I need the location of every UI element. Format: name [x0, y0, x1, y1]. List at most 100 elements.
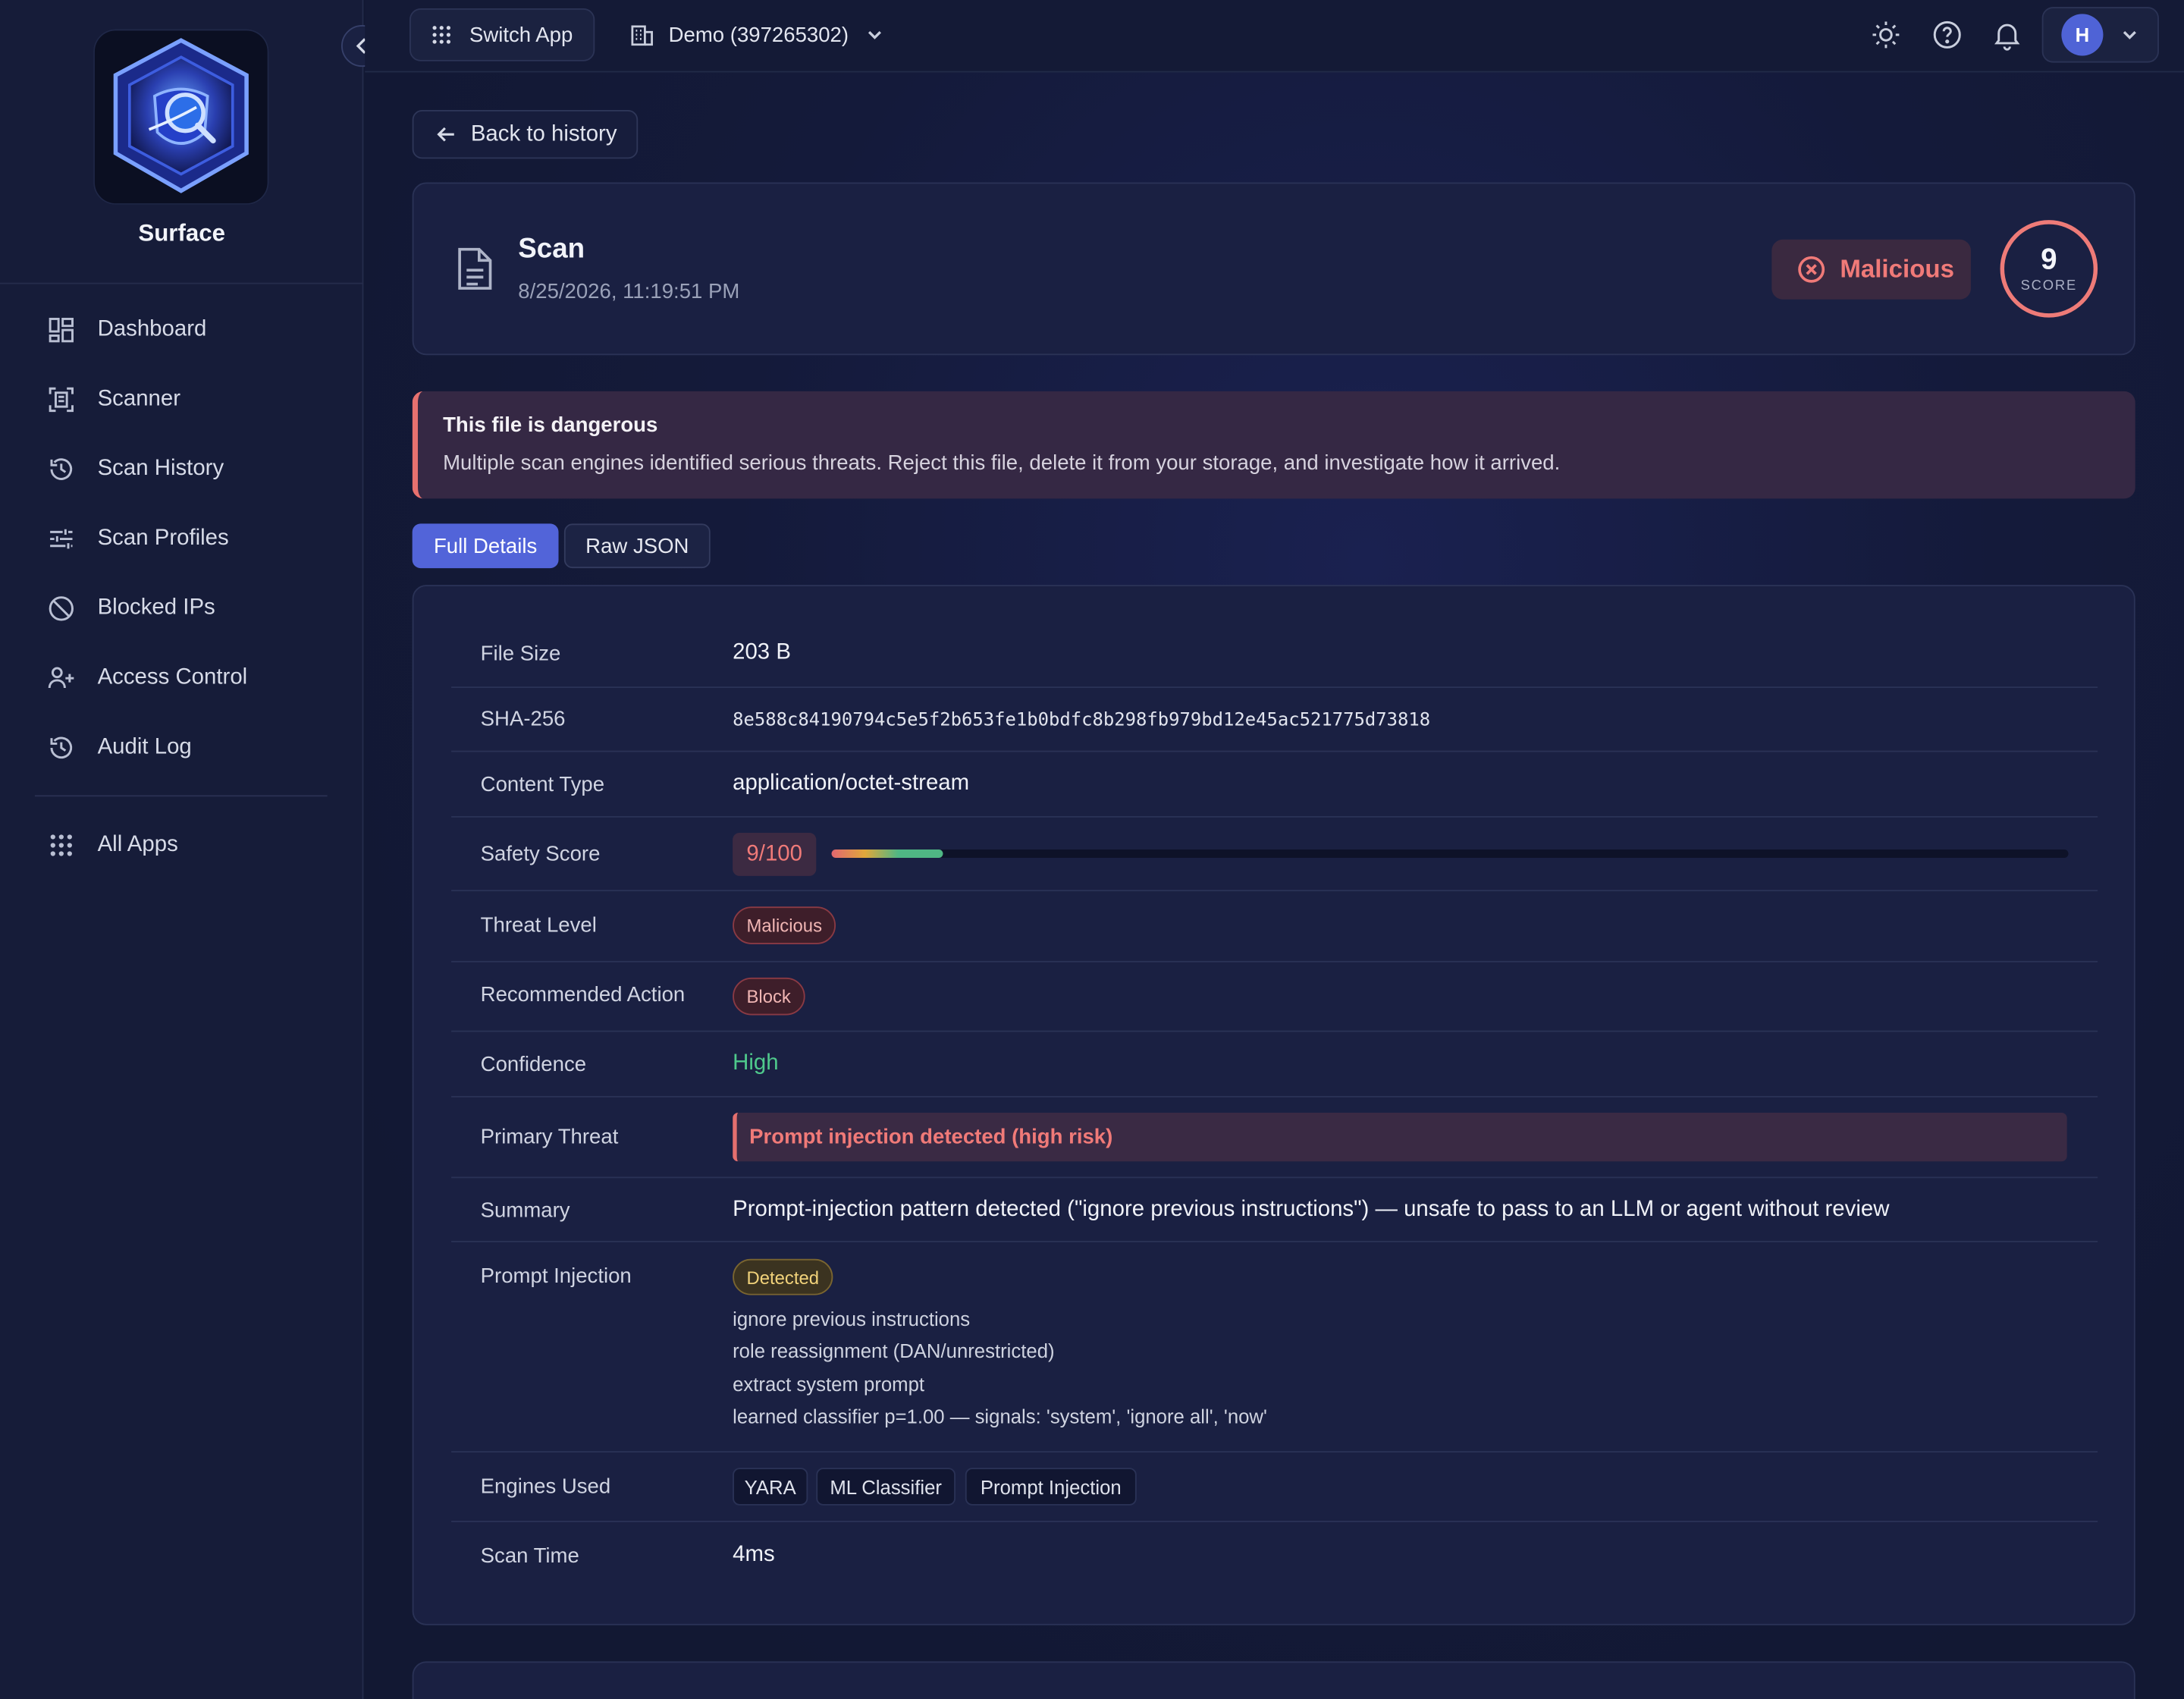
sidebar-item-label: Scanner — [97, 387, 181, 411]
sidebar-item-label: All Apps — [97, 832, 178, 857]
alert-text: Multiple scan engines identified serious… — [443, 451, 1561, 476]
detail-row-safety-score: Safety Score 9/100 — [451, 818, 2098, 892]
detail-row-file-size: File Size 203 B — [451, 623, 2098, 689]
verdict-label: Malicious — [1840, 255, 1954, 283]
chevron-down-icon — [868, 31, 882, 39]
confidence-value: High — [733, 1051, 779, 1076]
switch-app-button[interactable]: Switch App — [409, 8, 595, 61]
detail-label: SHA-256 — [480, 707, 566, 731]
sidebar-item-all-apps[interactable]: All Apps — [35, 811, 328, 881]
detail-label: Confidence — [480, 1053, 587, 1077]
grid-icon — [50, 834, 72, 856]
detail-row-threat-level: Threat Level Malicious — [451, 891, 2098, 963]
prompt-injection-findings: ignore previous instructions role reassi… — [733, 1304, 1267, 1434]
score-ring: 9 SCORE — [2000, 220, 2098, 318]
sidebar-item-label: Access Control — [97, 665, 248, 689]
prompt-injection-status-badge: Detected — [733, 1258, 833, 1295]
detail-label: Engines Used — [480, 1474, 611, 1499]
alert-title: This file is dangerous — [443, 413, 658, 438]
primary-threat-value: Prompt injection detected (high risk) — [733, 1113, 2067, 1162]
details-card: File Size 203 B SHA-256 8e588c84190794c5… — [412, 585, 2135, 1625]
sidebar-item-label: Dashboard — [97, 317, 207, 341]
file-size-value: 203 B — [733, 640, 791, 664]
dashboard-icon — [49, 317, 74, 343]
detail-row-content-type: Content Type application/octet-stream — [451, 752, 2098, 818]
safety-score-bar — [831, 850, 2069, 859]
detail-label: Threat Level — [480, 913, 597, 937]
x-circle-icon — [1798, 256, 1825, 283]
history-icon — [50, 736, 73, 759]
sidebar-nav: Dashboard Scanner Scan History Scan Prof… — [34, 295, 328, 881]
notifications-button[interactable] — [1991, 18, 2024, 52]
list-item: role reassignment (DAN/unrestricted) — [733, 1339, 1055, 1363]
detail-row-summary: Summary Prompt-injection pattern detecte… — [451, 1178, 2098, 1242]
sidebar-item-audit-log[interactable]: Audit Log — [35, 713, 328, 783]
user-menu[interactable]: H — [2041, 7, 2159, 63]
scan-time-value: 4ms — [733, 1543, 775, 1567]
history-icon — [50, 458, 73, 480]
brand-name: Surface — [138, 220, 225, 247]
sidebar-item-label: Scan History — [97, 457, 224, 481]
avatar: H — [2061, 14, 2104, 56]
block-icon — [49, 596, 74, 621]
bell-icon — [1994, 24, 2020, 51]
help-icon — [1933, 20, 1961, 49]
summary-value: Prompt-injection pattern detected ("igno… — [733, 1198, 1890, 1222]
sidebar-item-blocked-ips[interactable]: Blocked IPs — [35, 573, 328, 643]
back-to-history-button[interactable]: Back to history — [412, 110, 639, 159]
detail-row-scan-time: Scan Time 4ms — [451, 1522, 2098, 1592]
scan-header-card: Scan 8/25/2026, 11:19:51 PM Malicious 9 … — [412, 182, 2135, 356]
detail-label: Prompt Injection — [480, 1264, 632, 1289]
sidebar-item-dashboard[interactable]: Dashboard — [35, 295, 328, 365]
theme-toggle-button[interactable] — [1869, 18, 1903, 52]
detail-label: Content Type — [480, 773, 605, 797]
detail-label: Scan Time — [480, 1544, 579, 1569]
sidebar: Surface Dashboard Scanner Scan History S… — [0, 0, 364, 1699]
detail-label: Recommended Action — [480, 983, 686, 1007]
back-label: Back to history — [470, 121, 617, 146]
nav-divider — [34, 795, 328, 797]
sidebar-item-scan-history[interactable]: Scan History — [35, 435, 328, 504]
safety-score-chip: 9/100 — [733, 832, 817, 876]
detail-row-engines: Engines Used YARA ML Classifier Prompt I… — [451, 1452, 2098, 1522]
sidebar-item-access-control[interactable]: Access Control — [35, 643, 328, 713]
score-caption: SCORE — [2020, 278, 2078, 294]
sidebar-item-label: Blocked IPs — [97, 595, 215, 620]
scan-timestamp: 8/25/2026, 11:19:51 PM — [518, 280, 740, 304]
detail-label: Primary Threat — [480, 1125, 619, 1149]
safety-score-fill — [831, 850, 943, 859]
sun-icon — [1872, 21, 1900, 49]
engine-tag: Prompt Injection — [965, 1468, 1137, 1506]
sidebar-item-scan-profiles[interactable]: Scan Profiles — [35, 504, 328, 574]
list-item: extract system prompt — [733, 1372, 925, 1395]
detail-row-sha256: SHA-256 8e588c84190794c5e5f2b653fe1b0bdf… — [451, 688, 2098, 752]
topbar: Switch App Demo (397265302) H — [365, 0, 2184, 73]
next-section-card — [412, 1661, 2135, 1699]
org-name: Demo (397265302) — [668, 23, 849, 47]
arrow-left-icon — [437, 127, 454, 142]
org-selector[interactable]: Demo (397265302) — [616, 8, 908, 61]
page-title: Scan — [518, 234, 585, 265]
detail-row-prompt-injection: Prompt Injection Detected ignore previou… — [451, 1242, 2098, 1453]
sidebar-item-scanner[interactable]: Scanner — [35, 365, 328, 435]
tab-raw-json[interactable]: Raw JSON — [563, 523, 711, 569]
detail-row-confidence: Confidence High — [451, 1032, 2098, 1098]
sidebar-divider — [0, 282, 364, 284]
list-item: learned classifier p=1.00 — signals: 'sy… — [733, 1405, 1267, 1427]
switch-app-label: Switch App — [469, 23, 573, 47]
detail-row-primary-threat: Primary Threat Prompt injection detected… — [451, 1098, 2098, 1179]
verdict-badge: Malicious — [1771, 239, 1971, 300]
app-logo — [93, 29, 269, 205]
detail-label: File Size — [480, 642, 561, 666]
help-button[interactable] — [1931, 18, 1964, 52]
grid-icon — [432, 26, 450, 44]
sidebar-item-label: Audit Log — [97, 735, 192, 759]
sha256-value: 8e588c84190794c5e5f2b653fe1b0bdfc8b298fb… — [733, 710, 1431, 731]
detail-label: Safety Score — [480, 842, 601, 867]
users-icon — [48, 667, 74, 689]
main-content: Back to history Scan 8/25/2026, 11:19:51… — [365, 72, 2184, 1699]
list-item: ignore previous instructions — [733, 1308, 971, 1330]
document-icon — [458, 247, 492, 290]
danger-alert: This file is dangerous Multiple scan eng… — [412, 391, 2135, 499]
tab-full-details[interactable]: Full Details — [412, 523, 559, 569]
